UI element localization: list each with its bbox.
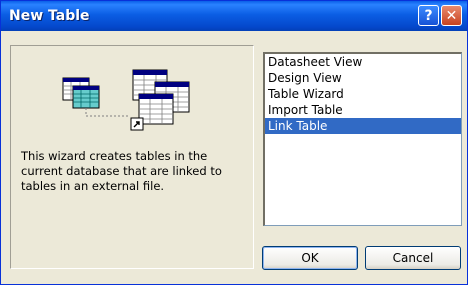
cancel-button[interactable]: Cancel	[365, 246, 461, 270]
help-icon: ?	[424, 7, 433, 24]
shortcut-arrow-icon	[130, 117, 144, 131]
new-table-dialog: New Table ? ✕ This wizard creates tables…	[0, 0, 468, 285]
list-item-table-wizard[interactable]: Table Wizard	[265, 86, 461, 102]
list-item-import-table[interactable]: Import Table	[265, 102, 461, 118]
list-item-design-view[interactable]: Design View	[265, 70, 461, 86]
dialog-body: This wizard creates tables in the curren…	[4, 31, 464, 283]
description-panel: This wizard creates tables in the curren…	[10, 45, 254, 269]
table-grid-icon-2	[72, 85, 100, 109]
close-icon: ✕	[445, 7, 458, 24]
list-item-link-table[interactable]: Link Table	[265, 118, 461, 134]
dialog-title: New Table	[9, 8, 90, 24]
ok-button[interactable]: OK	[262, 246, 358, 270]
list-item-datasheet-view[interactable]: Datasheet View	[265, 54, 461, 70]
title-bar[interactable]: New Table ? ✕	[1, 1, 467, 31]
view-type-listbox[interactable]: Datasheet View Design View Table Wizard …	[263, 52, 462, 226]
close-button[interactable]: ✕	[441, 5, 462, 26]
wizard-description: This wizard creates tables in the curren…	[21, 149, 222, 193]
linked-tables-icon	[62, 69, 190, 131]
help-button[interactable]: ?	[418, 5, 439, 26]
table-grid-icon-3	[132, 69, 190, 125]
